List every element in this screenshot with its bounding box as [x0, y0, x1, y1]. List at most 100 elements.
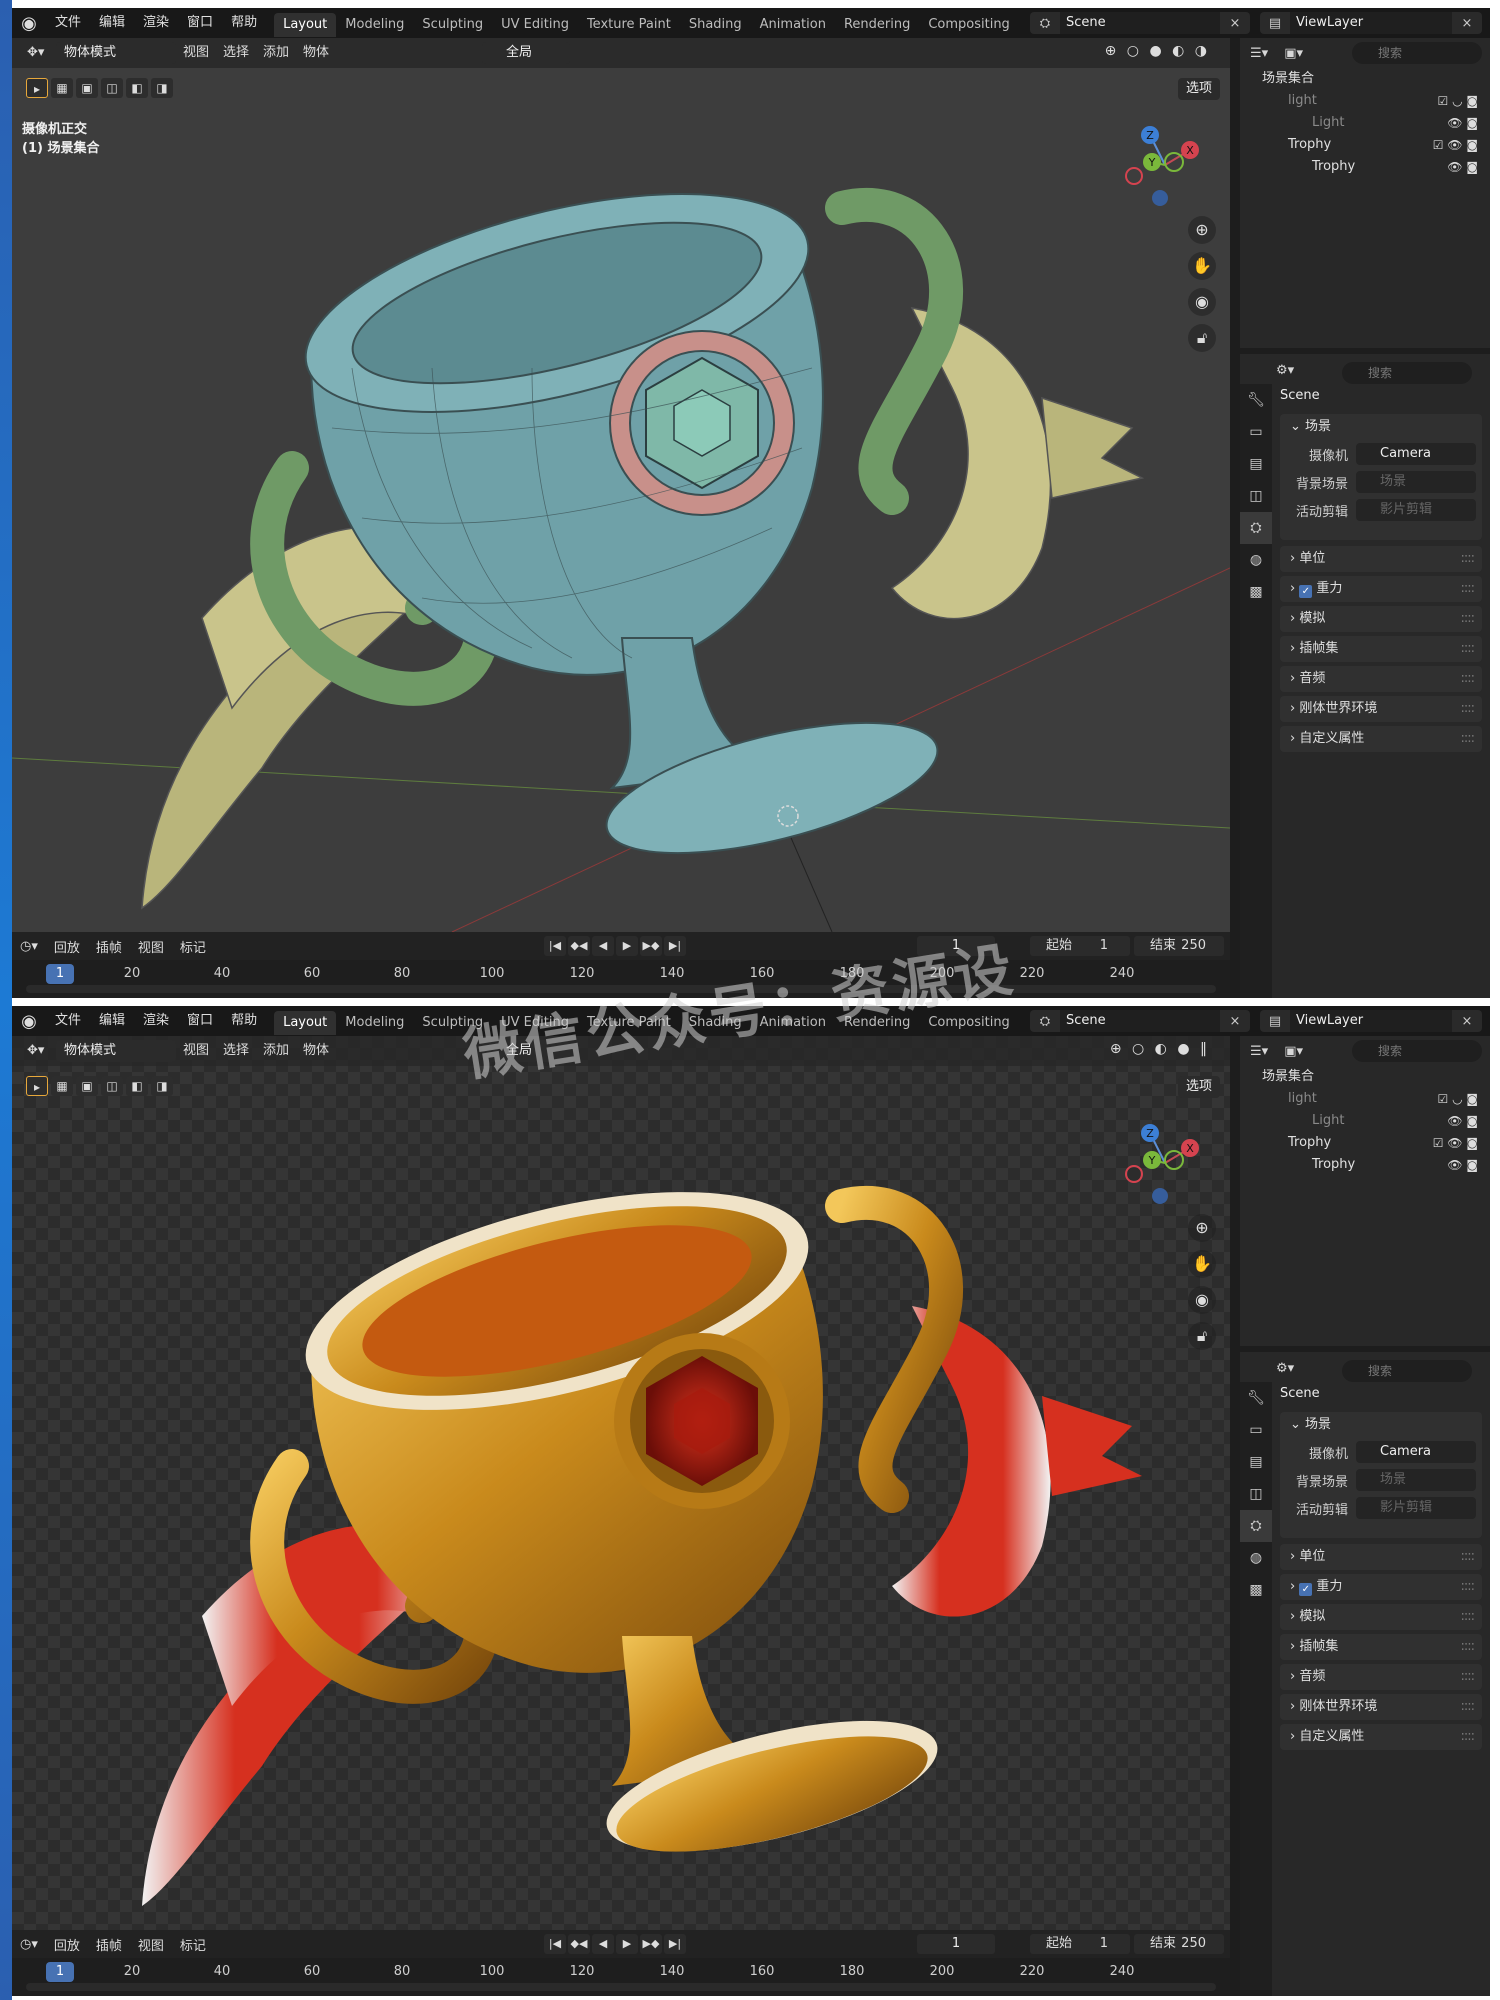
- close-icon[interactable]: ×: [1220, 16, 1250, 31]
- world-tab-icon[interactable]: ◍: [1240, 544, 1272, 576]
- mode-selector[interactable]: 物体模式: [56, 1040, 176, 1062]
- prev-key-icon[interactable]: ◆◀: [568, 1934, 590, 1954]
- play-reverse-icon[interactable]: ◀: [592, 1934, 614, 1954]
- menu-view[interactable]: 视图: [176, 41, 216, 65]
- outliner-row-light-collection[interactable]: light ☑ ◡ ◙: [1240, 90, 1490, 112]
- editor-type-icon[interactable]: ◷▾: [12, 1937, 46, 1952]
- menu-window[interactable]: 窗口: [178, 1006, 222, 1036]
- editor-type-icon[interactable]: ✥▾: [20, 41, 51, 65]
- tab-rendering[interactable]: Rendering: [835, 13, 919, 37]
- zoom-icon[interactable]: ⊕: [1188, 216, 1216, 244]
- camera-icon[interactable]: ◉: [1188, 1286, 1216, 1314]
- next-key-icon[interactable]: ▶◆: [640, 1934, 662, 1954]
- frame-start-field[interactable]: 起始 1: [1030, 936, 1130, 956]
- render-tab-icon[interactable]: ▭: [1240, 416, 1272, 448]
- view-layer-tab-icon[interactable]: ◫: [1240, 1478, 1272, 1510]
- blender-logo-icon[interactable]: ◉: [12, 8, 46, 38]
- display-mode-icon[interactable]: ▣▾: [1278, 1044, 1309, 1059]
- visibility-toggles[interactable]: ☑ 👁︎ ◙: [1433, 1132, 1478, 1154]
- properties-search-input[interactable]: 搜索: [1342, 362, 1472, 384]
- timeline-menu-playback[interactable]: 回放: [46, 937, 88, 956]
- editor-type-icon[interactable]: ✥▾: [20, 1039, 51, 1063]
- timeline-menu-view[interactable]: 视图: [130, 937, 172, 956]
- gravity-checkbox[interactable]: ✓: [1299, 585, 1313, 598]
- pan-hand-icon[interactable]: ✋: [1188, 1250, 1216, 1278]
- gravity-subpanel[interactable]: › ✓ 重力::::: [1280, 576, 1482, 602]
- timeline-current-frame-marker[interactable]: 1: [46, 964, 74, 984]
- tab-layout[interactable]: Layout: [274, 12, 337, 37]
- menu-help[interactable]: 帮助: [222, 1006, 266, 1036]
- trophy-wireframe-model[interactable]: [12, 68, 1230, 932]
- menu-object[interactable]: 物体: [296, 41, 336, 65]
- 3d-viewport[interactable]: ✥▾ 物体模式 视图 选择 添加 物体 全局 ⊕ ○ ● ◐ ◑ ▸ ▦ ▣ ◫…: [12, 38, 1230, 932]
- timeline-menu-markers[interactable]: 标记: [172, 937, 214, 956]
- timeline-menu-view[interactable]: 视图: [130, 1935, 172, 1954]
- timeline-menu-keying[interactable]: 插帧: [88, 937, 130, 956]
- timeline-ruler[interactable]: 1 20 40 60 80 100 120 140 160 180 200 22…: [12, 1958, 1230, 1996]
- output-tab-icon[interactable]: ▤: [1240, 1446, 1272, 1478]
- shading-mode-icons[interactable]: ⊕ ○ ● ◐ ◑: [1105, 43, 1210, 59]
- tab-modeling[interactable]: Modeling: [336, 13, 413, 37]
- jump-end-icon[interactable]: ▶|: [664, 1934, 686, 1954]
- world-tab-icon[interactable]: ◍: [1240, 1542, 1272, 1574]
- lock-icon[interactable]: 🔓︎: [1188, 324, 1216, 352]
- scene-name[interactable]: Scene: [1060, 1010, 1220, 1032]
- view-layer-name[interactable]: ViewLayer: [1290, 1010, 1452, 1032]
- menu-object[interactable]: 物体: [296, 1039, 336, 1063]
- texture-tab-icon[interactable]: ▩: [1240, 576, 1272, 608]
- active-clip-field[interactable]: 影片剪辑: [1356, 499, 1476, 521]
- trophy-rendered-model[interactable]: [12, 1066, 1230, 1930]
- menu-file[interactable]: 文件: [46, 1006, 90, 1036]
- units-subpanel[interactable]: › 单位::::: [1280, 1544, 1482, 1570]
- play-reverse-icon[interactable]: ◀: [592, 936, 614, 956]
- tab-compositing[interactable]: Compositing: [919, 13, 1019, 37]
- outliner-root-row[interactable]: 场景集合: [1240, 1066, 1490, 1088]
- menu-select[interactable]: 选择: [216, 41, 256, 65]
- frame-end-field[interactable]: 结束 250: [1134, 1934, 1224, 1954]
- mode-selector[interactable]: 物体模式: [56, 42, 176, 64]
- navigation-gizmo[interactable]: Z Y X: [1120, 1118, 1210, 1208]
- menu-view[interactable]: 视图: [176, 1039, 216, 1063]
- menu-file[interactable]: 文件: [46, 8, 90, 38]
- jump-start-icon[interactable]: |◀: [544, 1934, 566, 1954]
- scene-tab-icon[interactable]: ⛭: [1240, 512, 1272, 544]
- background-scene-field[interactable]: 场景: [1356, 1469, 1476, 1491]
- tool-tab-icon[interactable]: 🔧︎: [1240, 1382, 1272, 1414]
- tool-tab-icon[interactable]: 🔧︎: [1240, 384, 1272, 416]
- tab-sculpting[interactable]: Sculpting: [413, 13, 492, 37]
- menu-add[interactable]: 添加: [256, 41, 296, 65]
- camera-field[interactable]: Camera: [1356, 1441, 1476, 1463]
- view-layer-selector[interactable]: ▤ ViewLayer ×: [1260, 1010, 1482, 1032]
- close-icon[interactable]: ×: [1452, 1014, 1482, 1029]
- menu-add[interactable]: 添加: [256, 1039, 296, 1063]
- editor-type-icon[interactable]: ⚙▾: [1276, 1361, 1294, 1376]
- transform-orientation[interactable]: 全局: [482, 42, 570, 64]
- tab-uv-editing[interactable]: UV Editing: [492, 13, 578, 37]
- 3d-viewport[interactable]: ✥▾ 物体模式 视图 选择 添加 物体 全局 ⊕ ○ ◐ ● ‖ ▸ ▦ ▣ ◫…: [12, 1036, 1230, 1930]
- view-layer-tab-icon[interactable]: ◫: [1240, 480, 1272, 512]
- close-icon[interactable]: ×: [1452, 16, 1482, 31]
- camera-icon[interactable]: ◉: [1188, 288, 1216, 316]
- menu-render[interactable]: 渲染: [134, 8, 178, 38]
- outliner-row-trophy-object[interactable]: Trophy 👁︎ ◙: [1240, 1154, 1490, 1176]
- outliner-row-trophy-object[interactable]: Trophy 👁︎ ◙: [1240, 156, 1490, 178]
- frame-end-field[interactable]: 结束 250: [1134, 936, 1224, 956]
- audio-subpanel[interactable]: › 音频::::: [1280, 666, 1482, 692]
- keying-sets-subpanel[interactable]: › 插帧集::::: [1280, 1634, 1482, 1660]
- menu-window[interactable]: 窗口: [178, 8, 222, 38]
- timeline-current-frame-marker[interactable]: 1: [46, 1962, 74, 1982]
- rigid-body-world-subpanel[interactable]: › 刚体世界环境::::: [1280, 1694, 1482, 1720]
- texture-tab-icon[interactable]: ▩: [1240, 1574, 1272, 1606]
- editor-type-icon[interactable]: ⚙▾: [1276, 363, 1294, 378]
- keying-sets-subpanel[interactable]: › 插帧集::::: [1280, 636, 1482, 662]
- visibility-toggles[interactable]: ☑ ◡ ◙: [1438, 90, 1479, 112]
- rigid-body-world-subpanel[interactable]: › 刚体世界环境::::: [1280, 696, 1482, 722]
- tab-shading[interactable]: Shading: [680, 13, 751, 37]
- outliner-row-trophy-collection[interactable]: Trophy ☑ 👁︎ ◙: [1240, 1132, 1490, 1154]
- navigation-gizmo[interactable]: Z Y X: [1120, 120, 1210, 210]
- tab-texture-paint[interactable]: Texture Paint: [578, 13, 680, 37]
- menu-render[interactable]: 渲染: [134, 1006, 178, 1036]
- view-layer-selector[interactable]: ▤ ViewLayer ×: [1260, 12, 1482, 34]
- gravity-checkbox[interactable]: ✓: [1299, 1583, 1313, 1596]
- editor-type-icon[interactable]: ☰▾: [1240, 46, 1278, 61]
